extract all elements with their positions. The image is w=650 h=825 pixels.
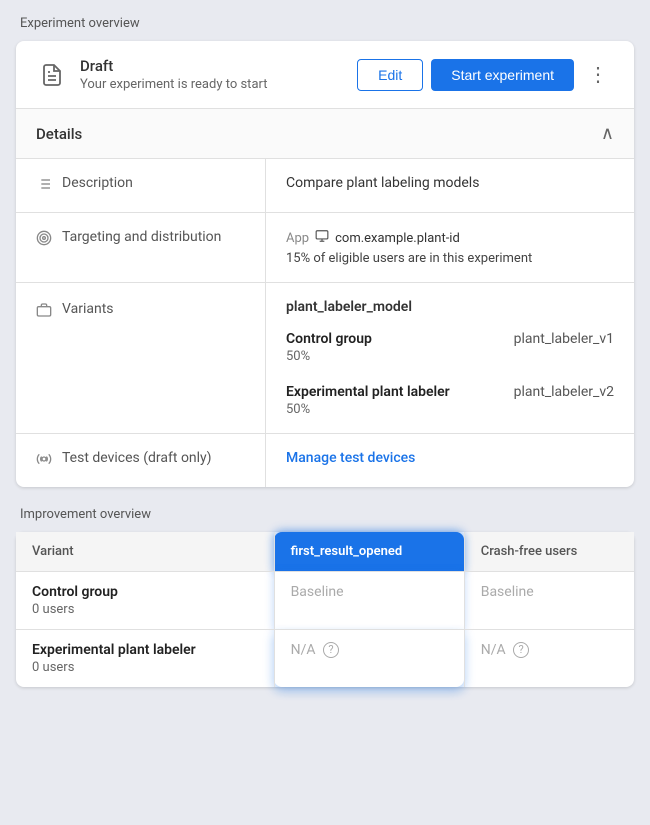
details-title: Details — [36, 125, 82, 143]
more-options-button[interactable]: ⋮ — [582, 61, 614, 89]
experimental-variant-users: 0 users — [32, 660, 258, 675]
description-label-text: Description — [62, 175, 133, 191]
table-row-control: Control group 0 users Baseline Baseline — [16, 572, 634, 630]
description-icon — [36, 176, 52, 196]
table-header-row: Variant first_result_opened Crash-free u… — [16, 532, 634, 572]
test-devices-value: Manage test devices — [266, 434, 634, 487]
start-experiment-button[interactable]: Start experiment — [431, 59, 574, 91]
experimental-first-result-value: N/A — [291, 642, 316, 658]
experimental-variant-cell: Experimental plant labeler 0 users — [16, 630, 274, 688]
control-first-result-value: Baseline — [291, 584, 344, 600]
targeting-icon — [36, 230, 52, 250]
details-header: Details ∧ — [16, 109, 634, 159]
variant-control-value: plant_labeler_v1 — [514, 331, 614, 364]
variants-icon — [36, 302, 52, 322]
help-icon-crash-free[interactable]: ? — [513, 642, 529, 658]
variant-control-row: Control group 50% plant_labeler_v1 — [286, 331, 614, 364]
test-devices-row: Test devices (draft only) Manage test de… — [16, 434, 634, 487]
description-value: Compare plant labeling models — [266, 159, 634, 212]
description-label: Description — [16, 159, 266, 212]
draft-subtext: Your experiment is ready to start — [80, 77, 357, 92]
targeting-app: App com.example.plant-id — [286, 229, 614, 247]
test-devices-label-text: Test devices (draft only) — [62, 450, 212, 466]
control-first-result-cell: Baseline — [274, 572, 464, 630]
experimental-crash-free-cell: N/A ? — [464, 630, 634, 688]
app-icon — [315, 229, 329, 247]
targeting-label-text: Targeting and distribution — [62, 229, 221, 245]
app-label: App — [286, 231, 309, 246]
variant-control-left: Control group 50% — [286, 331, 372, 364]
control-variant-cell: Control group 0 users — [16, 572, 274, 630]
experiment-overview-card: Draft Your experiment is ready to start … — [16, 41, 634, 487]
targeting-sub: 15% of eligible users are in this experi… — [286, 251, 614, 266]
col-header-first-result: first_result_opened — [274, 532, 464, 572]
experimental-variant-name: Experimental plant labeler — [32, 642, 258, 658]
variant-control-name: Control group — [286, 331, 372, 347]
app-id: com.example.plant-id — [335, 231, 460, 246]
variants-label-text: Variants — [62, 301, 114, 317]
draft-actions: Edit Start experiment ⋮ — [357, 59, 614, 91]
variants-row: Variants plant_labeler_model Control gro… — [16, 283, 634, 434]
table-row-experimental: Experimental plant labeler 0 users N/A ?… — [16, 630, 634, 688]
variant-experimental-name: Experimental plant labeler — [286, 384, 450, 400]
improvement-table: Variant first_result_opened Crash-free u… — [16, 532, 634, 687]
variant-experimental-pct: 50% — [286, 402, 450, 417]
variant-experimental-value: plant_labeler_v2 — [514, 384, 614, 417]
experimental-first-result-cell: N/A ? — [274, 630, 464, 688]
variant-experimental-left: Experimental plant labeler 50% — [286, 384, 450, 417]
test-devices-icon — [36, 451, 52, 471]
draft-icon — [36, 59, 68, 91]
targeting-value: App com.example.plant-id 15% of eligible… — [266, 213, 634, 282]
variants-column-header: plant_labeler_model — [286, 299, 614, 315]
variant-control-pct: 50% — [286, 349, 372, 364]
manage-test-devices-link[interactable]: Manage test devices — [286, 450, 415, 466]
improvement-overview-title: Improvement overview — [16, 507, 634, 522]
variant-experimental-row: Experimental plant labeler 50% plant_lab… — [286, 384, 614, 417]
draft-label: Draft — [80, 57, 357, 75]
targeting-label: Targeting and distribution — [16, 213, 266, 282]
details-section: Details ∧ Des — [16, 109, 634, 487]
description-row: Description Compare plant labeling model… — [16, 159, 634, 213]
experiment-overview-title: Experiment overview — [16, 16, 634, 31]
variants-value: plant_labeler_model Control group 50% pl… — [266, 283, 634, 433]
variants-label: Variants — [16, 283, 266, 433]
targeting-row: Targeting and distribution App com.examp — [16, 213, 634, 283]
control-variant-users: 0 users — [32, 602, 258, 617]
col-header-first-result-label: first_result_opened — [291, 544, 403, 559]
experimental-crash-free-value: N/A — [481, 642, 506, 658]
collapse-button[interactable]: ∧ — [601, 123, 614, 144]
control-crash-free-cell: Baseline — [464, 572, 634, 630]
col-header-crash-free-label: Crash-free users — [481, 544, 578, 559]
improvement-table-wrapper: Variant first_result_opened Crash-free u… — [16, 532, 634, 687]
col-header-crash-free: Crash-free users — [464, 532, 634, 572]
draft-banner: Draft Your experiment is ready to start … — [16, 41, 634, 109]
edit-button[interactable]: Edit — [357, 59, 423, 91]
test-devices-label: Test devices (draft only) — [16, 434, 266, 487]
help-icon-first-result[interactable]: ? — [323, 642, 339, 658]
col-header-variant-label: Variant — [32, 544, 74, 559]
improvement-overview-card: Variant first_result_opened Crash-free u… — [16, 532, 634, 687]
col-header-variant: Variant — [16, 532, 274, 572]
draft-text-block: Draft Your experiment is ready to start — [80, 57, 357, 92]
control-variant-name: Control group — [32, 584, 258, 600]
control-crash-free-value: Baseline — [481, 584, 534, 600]
